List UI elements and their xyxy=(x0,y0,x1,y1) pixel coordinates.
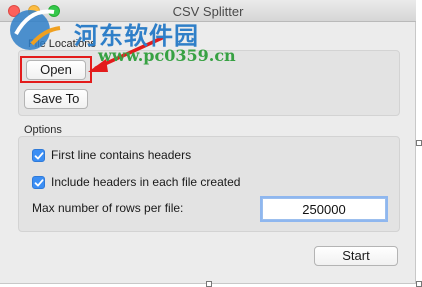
first-line-headers-label: First line contains headers xyxy=(51,148,192,162)
include-headers-checkbox[interactable] xyxy=(32,175,45,189)
include-headers-label: Include headers in each file created xyxy=(51,175,241,189)
checkmark-icon xyxy=(34,178,44,186)
watermark-url: www.pc0359.cn xyxy=(98,46,236,65)
max-rows-label: Max number of rows per file: xyxy=(32,201,184,215)
resize-handle-bottom[interactable] xyxy=(206,281,212,287)
resize-handle-right[interactable] xyxy=(416,140,422,146)
annotation-highlight-box xyxy=(20,56,92,83)
resize-handle-corner[interactable] xyxy=(416,281,422,287)
save-to-button[interactable]: Save To xyxy=(24,89,88,109)
first-line-headers-option[interactable]: First line contains headers xyxy=(32,147,191,163)
include-headers-option[interactable]: Include headers in each file created xyxy=(32,174,240,190)
options-group-label: Options xyxy=(24,124,62,136)
start-button[interactable]: Start xyxy=(314,246,398,266)
first-line-headers-checkbox[interactable] xyxy=(32,148,45,162)
checkmark-icon xyxy=(34,151,44,159)
max-rows-input[interactable] xyxy=(262,198,386,220)
watermark-logo-icon xyxy=(10,9,61,50)
